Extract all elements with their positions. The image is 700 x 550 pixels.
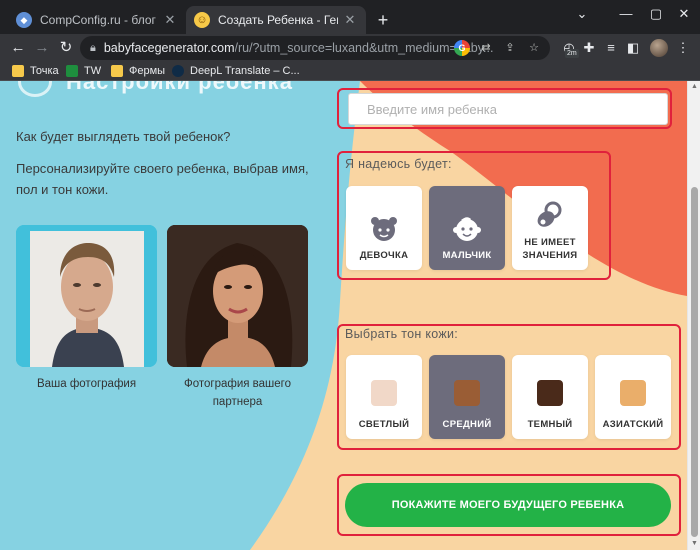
bookmark-label: TW xyxy=(84,65,102,77)
smiley-favicon-icon: ☺ xyxy=(194,12,210,28)
extension-badge: 2m xyxy=(565,49,579,58)
tab-compconfig[interactable]: ◆ CompConfig.ru - блог о настрой ✕ xyxy=(8,6,186,34)
bookmark-fermy[interactable]: Фермы xyxy=(111,63,165,79)
skin-tone-label: Выбрать тон кожи: xyxy=(345,327,459,341)
show-future-baby-button[interactable]: ПОКАЖИТЕ МОЕГО БУДУЩЕГО РЕБЕНКА xyxy=(345,483,671,527)
tab-title: Создать Ребенка - Генератор Ли xyxy=(218,13,338,27)
your-photo[interactable] xyxy=(16,225,157,367)
bookmark-deepl[interactable]: DeepL Translate – С... xyxy=(172,63,300,79)
new-tab-button[interactable]: + xyxy=(372,9,394,31)
pacifier-icon xyxy=(537,201,562,227)
gender-option-boy[interactable]: МАЛЬЧИК xyxy=(429,186,505,270)
translate-icon[interactable]: ⇄ xyxy=(478,40,494,56)
bookmark-label: Фермы xyxy=(129,65,166,77)
gender-option-girl[interactable]: ДЕВОЧКА xyxy=(346,186,422,270)
description-text: Персонализируйте своего ребенка, выбрав … xyxy=(16,161,309,197)
scroll-down-icon[interactable]: ▼ xyxy=(688,538,700,550)
skin-swatch-asian xyxy=(620,380,646,406)
bookmark-label: Точка xyxy=(30,65,59,77)
page-heading: Настройки ребенка xyxy=(66,81,293,94)
skin-option-medium[interactable]: СРЕДНИЙ xyxy=(429,355,505,439)
browser-toolbar: ← → ↻ 🔒︎ babyfacegenerator.com /ru/?utm_… xyxy=(0,34,700,61)
tab-strip: ◆ CompConfig.ru - блог о настрой ✕ ☺ Соз… xyxy=(0,0,700,34)
profile-avatar[interactable] xyxy=(650,39,668,57)
skin-option-label: ТЕМНЫЙ xyxy=(527,419,573,430)
bookmark-tochka[interactable]: Точка xyxy=(12,63,59,79)
skin-option-label: АЗИАТСКИЙ xyxy=(602,419,664,430)
partner-photo-caption: Фотография вашего партнера xyxy=(183,378,292,408)
green-square-icon xyxy=(66,65,78,77)
close-window-button[interactable]: ✕ xyxy=(662,0,700,28)
child-name-input[interactable] xyxy=(348,93,668,125)
share-icon[interactable]: ⇪ xyxy=(502,40,518,56)
skin-swatch-light xyxy=(371,380,397,406)
tab-close-icon[interactable]: ✕ xyxy=(162,12,178,28)
url-host: babyfacegenerator.com xyxy=(103,41,235,55)
gender-option-label: ДЕВОЧКА xyxy=(359,250,409,261)
folder-icon xyxy=(12,65,24,77)
lock-icon[interactable]: 🔒︎ xyxy=(90,42,96,55)
skin-option-light[interactable]: СВЕТЛЫЙ xyxy=(346,355,422,439)
extensions-puzzle-icon[interactable]: ✚ xyxy=(578,37,600,59)
scroll-thumb[interactable] xyxy=(691,187,698,537)
bookmark-label: DeepL Translate – С... xyxy=(190,65,300,77)
google-lens-icon[interactable]: G xyxy=(454,40,470,56)
gender-option-label: МАЛЬЧИК xyxy=(442,250,492,261)
girl-icon xyxy=(371,217,397,241)
bookmark-star-icon[interactable]: ☆ xyxy=(526,40,542,56)
folder-icon xyxy=(111,65,123,77)
scroll-up-icon[interactable]: ▲ xyxy=(688,81,700,93)
address-bar[interactable]: 🔒︎ babyfacegenerator.com /ru/?utm_source… xyxy=(80,36,550,60)
deepl-icon xyxy=(172,65,184,77)
forward-icon[interactable]: → xyxy=(30,36,54,60)
question-text: Как будет выглядеть твой ребенок? xyxy=(16,129,231,144)
man-portrait-image xyxy=(16,225,157,367)
skin-option-asian[interactable]: АЗИАТСКИЙ xyxy=(595,355,671,439)
page-scrollbar[interactable]: ▲ ▼ xyxy=(687,81,700,550)
partner-photo[interactable] xyxy=(167,225,308,367)
reading-list-icon[interactable]: ≡ xyxy=(600,37,622,59)
back-icon[interactable]: ← xyxy=(6,36,30,60)
your-photo-caption: Ваша фотография xyxy=(36,378,137,390)
page-viewport: Настройки ребенка Как будет выглядеть тв… xyxy=(0,81,687,550)
compconfig-favicon-icon: ◆ xyxy=(16,12,32,28)
gender-option-label: НЕ ИМЕЕТ ЗНАЧЕНИЯ xyxy=(522,237,578,261)
gender-option-any[interactable]: НЕ ИМЕЕТ ЗНАЧЕНИЯ xyxy=(512,186,588,270)
tab-close-icon[interactable]: ✕ xyxy=(342,12,358,28)
skin-option-label: СРЕДНИЙ xyxy=(442,419,492,430)
skin-option-dark[interactable]: ТЕМНЫЙ xyxy=(512,355,588,439)
side-panel-icon[interactable]: ◧ xyxy=(622,37,644,59)
boy-icon xyxy=(453,217,481,241)
menu-kebab-icon[interactable]: ⋮ xyxy=(672,37,694,59)
skin-option-label: СВЕТЛЫЙ xyxy=(358,419,410,430)
bookmark-tw[interactable]: TW xyxy=(66,63,101,79)
tab-search-chevron-icon[interactable]: ⌄ xyxy=(560,0,604,28)
woman-portrait-image xyxy=(167,225,308,367)
bookmarks-bar: Точка TW Фермы DeepL Translate – С... xyxy=(0,61,700,81)
skin-swatch-medium xyxy=(454,380,480,406)
tab-babyface[interactable]: ☺ Создать Ребенка - Генератор Ли ✕ xyxy=(186,6,366,34)
skin-swatch-dark xyxy=(537,380,563,406)
extension-timer-icon[interactable]: ◴ 2m xyxy=(558,37,580,59)
reload-icon[interactable]: ↻ xyxy=(54,36,78,60)
tab-title: CompConfig.ru - блог о настрой xyxy=(40,13,158,27)
gender-label: Я надеюсь будет: xyxy=(345,157,452,171)
